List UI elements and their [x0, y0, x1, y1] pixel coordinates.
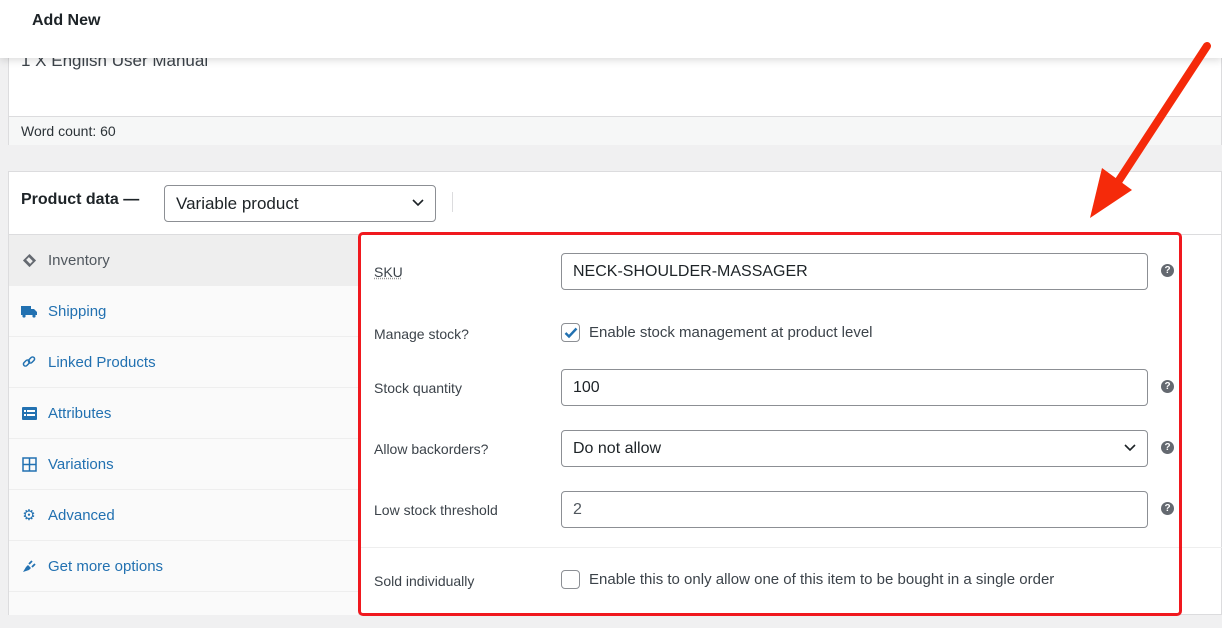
- help-icon[interactable]: ?: [1161, 380, 1174, 393]
- tab-label: Shipping: [48, 302, 107, 320]
- tab-label: Variations: [48, 455, 114, 473]
- product-data-tabs: Inventory Shipping Linked Products Attri…: [9, 235, 359, 615]
- sold-individually-checkbox[interactable]: [561, 570, 580, 589]
- grid-icon: [21, 456, 37, 472]
- list-card-icon: [21, 405, 37, 421]
- manage-stock-row: Manage stock? Enable stock management at…: [359, 315, 1222, 355]
- header-separator: [452, 192, 453, 212]
- tab-label: Attributes: [48, 404, 112, 422]
- tab-attributes[interactable]: Attributes: [9, 388, 358, 439]
- stock-quantity-input[interactable]: 100: [561, 369, 1148, 406]
- manage-stock-checkbox-label: Enable stock management at product level: [589, 324, 873, 341]
- product-data-box: Product data — Variable product Inventor…: [8, 171, 1222, 615]
- plugin-icon: [21, 558, 37, 574]
- low-stock-input[interactable]: 2: [561, 491, 1148, 528]
- sold-individually-label: Sold individually: [374, 573, 475, 589]
- tab-get-more-options[interactable]: Get more options: [9, 541, 358, 592]
- sku-row: SKU NECK-SHOULDER-MASSAGER ?: [359, 253, 1222, 293]
- sold-individually-checkbox-label: Enable this to only allow one of this it…: [589, 571, 1055, 588]
- manage-stock-checkbox[interactable]: [561, 323, 580, 342]
- chevron-down-icon: [412, 199, 424, 207]
- tab-label: Advanced: [48, 506, 115, 524]
- sku-label: SKU: [374, 264, 403, 280]
- backorders-select[interactable]: Do not allow: [561, 430, 1148, 467]
- tab-advanced[interactable]: ⚙ Advanced: [9, 490, 358, 541]
- tab-label: Linked Products: [48, 353, 156, 371]
- sold-individually-control[interactable]: Enable this to only allow one of this it…: [561, 570, 1054, 589]
- backorders-value: Do not allow: [573, 440, 662, 457]
- tab-inventory[interactable]: Inventory: [9, 235, 358, 286]
- inventory-panel: SKU NECK-SHOULDER-MASSAGER ? Manage stoc…: [359, 235, 1222, 615]
- chevron-down-icon: [1124, 444, 1136, 452]
- manage-stock-label: Manage stock?: [374, 326, 469, 342]
- sku-input[interactable]: NECK-SHOULDER-MASSAGER: [561, 253, 1148, 290]
- page-title: Add New: [32, 12, 101, 29]
- checkmark-icon: [564, 327, 577, 338]
- product-data-header: Product data — Variable product: [9, 172, 1221, 235]
- tab-shipping[interactable]: Shipping: [9, 286, 358, 337]
- manage-stock-control[interactable]: Enable stock management at product level: [561, 323, 873, 342]
- backorders-row: Allow backorders? Do not allow ?: [359, 430, 1222, 470]
- product-type-value: Variable product: [176, 194, 299, 213]
- tab-label: Inventory: [48, 251, 110, 269]
- low-stock-label: Low stock threshold: [374, 502, 498, 518]
- page-header: Add New: [0, 0, 1222, 58]
- tab-label: Get more options: [48, 557, 164, 575]
- gear-icon: ⚙: [22, 507, 36, 524]
- section-divider: [359, 547, 1222, 548]
- tab-linked-products[interactable]: Linked Products: [9, 337, 358, 388]
- backorders-label: Allow backorders?: [374, 441, 489, 457]
- word-count: Word count: 60: [9, 116, 1221, 145]
- product-data-label: Product data —: [21, 191, 140, 208]
- help-icon[interactable]: ?: [1161, 502, 1174, 515]
- help-icon[interactable]: ?: [1161, 441, 1174, 454]
- help-icon[interactable]: ?: [1161, 264, 1174, 277]
- stock-quantity-label: Stock quantity: [374, 380, 462, 396]
- tag-icon: [21, 252, 37, 268]
- truck-icon: [21, 303, 37, 319]
- sold-individually-row: Sold individually Enable this to only al…: [359, 562, 1222, 602]
- stock-quantity-row: Stock quantity 100 ?: [359, 369, 1222, 409]
- low-stock-row: Low stock threshold 2 ?: [359, 491, 1222, 531]
- product-type-select[interactable]: Variable product: [164, 185, 436, 222]
- tab-variations[interactable]: Variations: [9, 439, 358, 490]
- link-icon: [21, 354, 37, 370]
